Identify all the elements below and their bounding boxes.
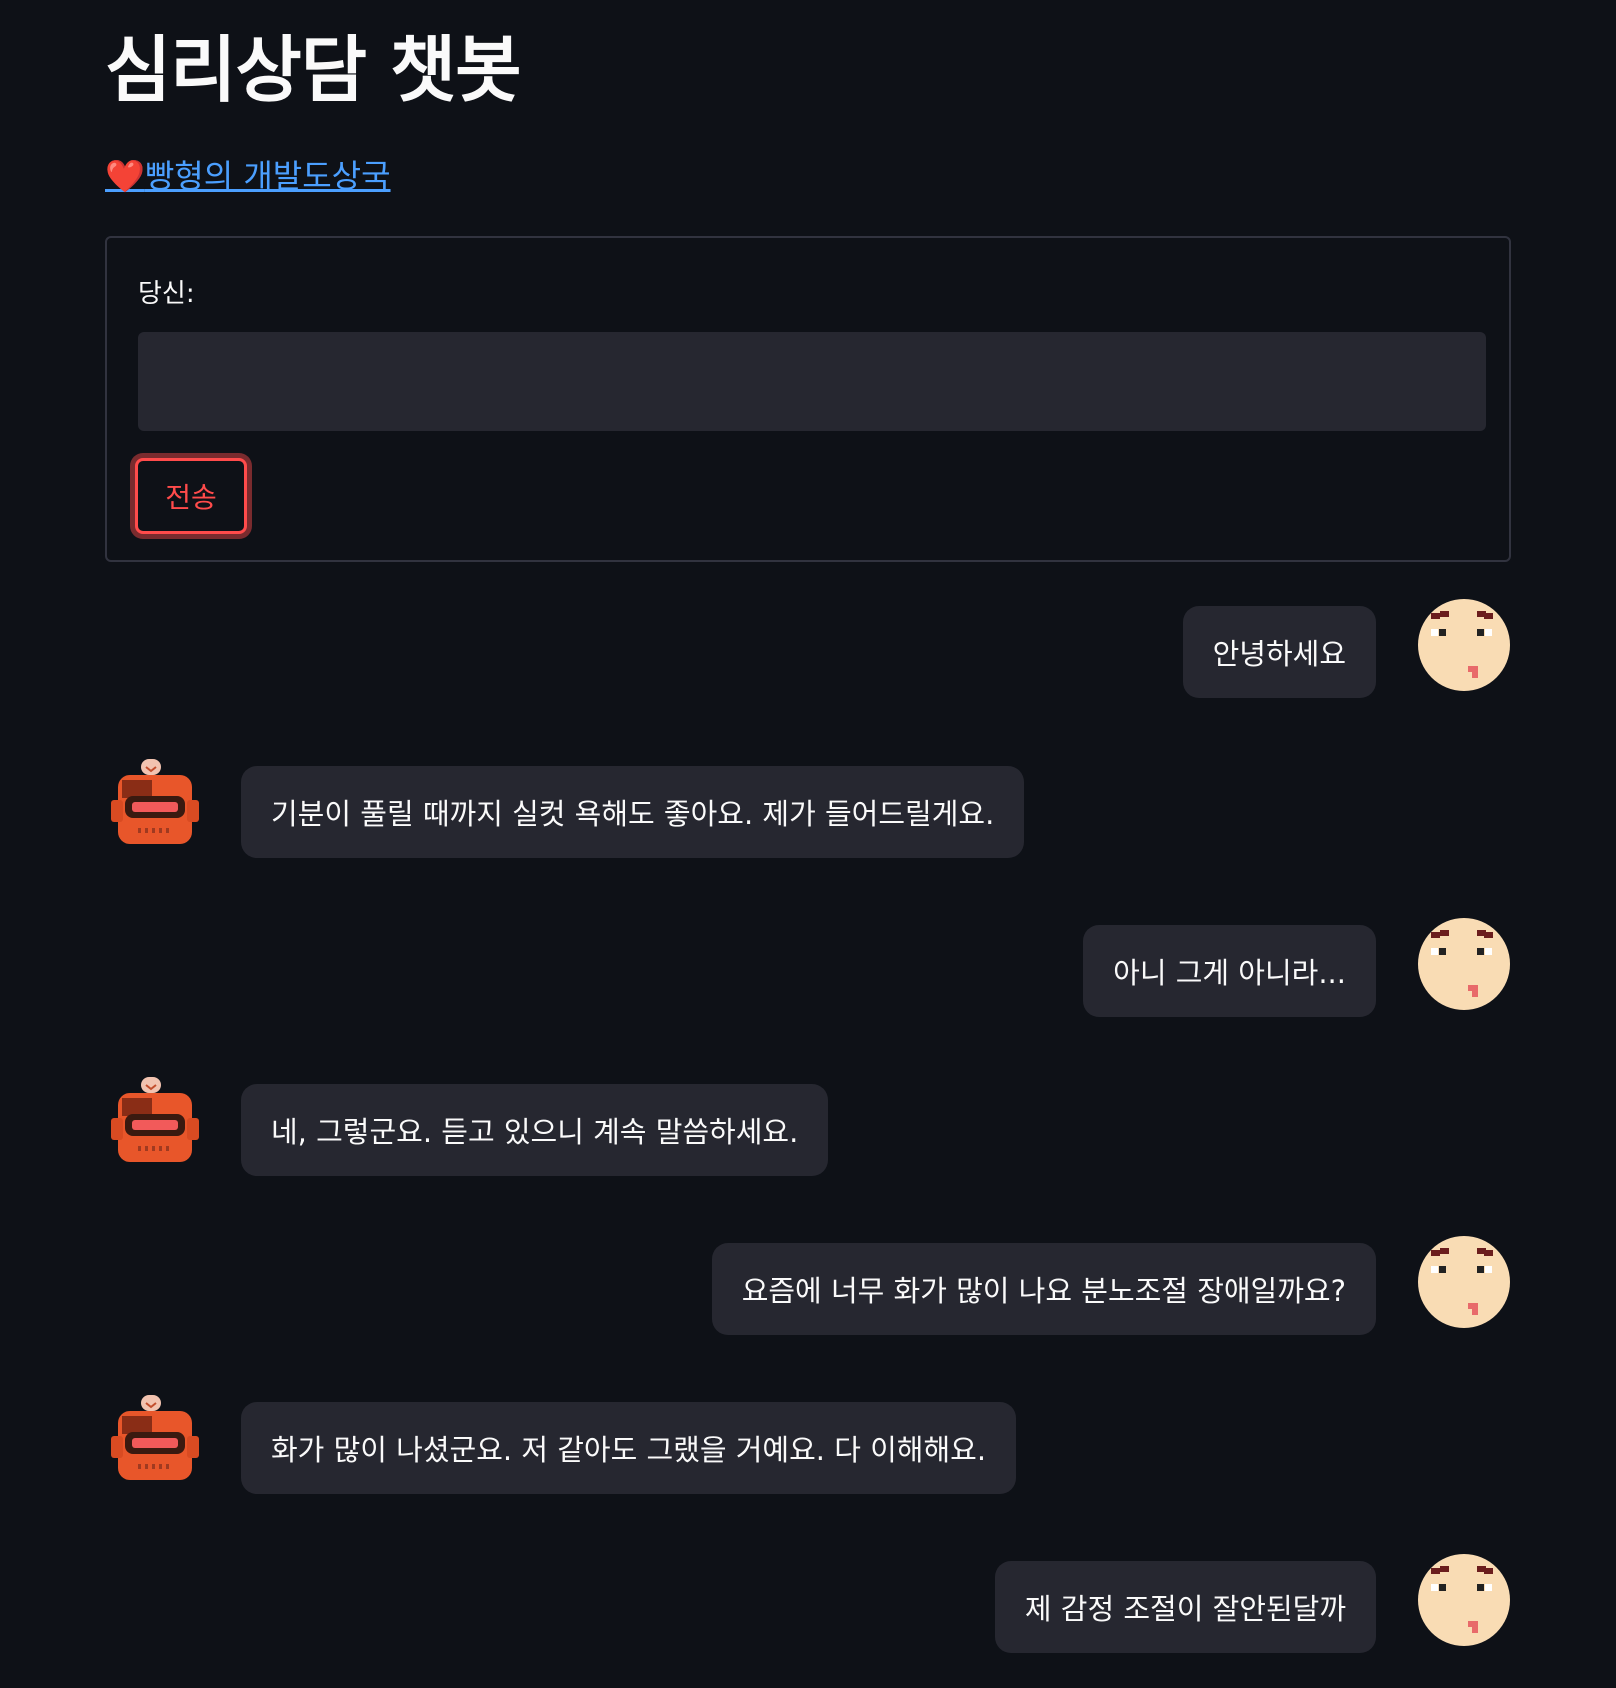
heart-icon: ❤️ xyxy=(105,157,145,195)
user-face-icon xyxy=(1418,599,1510,691)
blog-link[interactable]: ❤️빵형의 개발도상국 xyxy=(105,156,391,196)
app-page: 심리상담 챗봇 ❤️빵형의 개발도상국 당신: 전송 안녕하세요 기분이 풀릴 … xyxy=(0,0,1616,1688)
user-message: 아니 그게 아니라... xyxy=(1083,925,1376,1017)
user-face-icon xyxy=(1418,1554,1510,1646)
message-input[interactable] xyxy=(138,332,1486,431)
page-title: 심리상담 챗봇 xyxy=(105,28,522,112)
send-button[interactable]: 전송 xyxy=(135,458,247,534)
user-message: 요즘에 너무 화가 많이 나요 분노조절 장애일까요? xyxy=(711,1243,1376,1335)
robot-icon xyxy=(111,1077,199,1162)
bot-message: 화가 많이 나셨군요. 저 같아도 그랬을 거예요. 다 이해해요. xyxy=(241,1402,1017,1494)
user-face-icon xyxy=(1418,918,1510,1010)
blog-link-label: 빵형의 개발도상국 xyxy=(144,157,391,195)
input-label: 당신: xyxy=(138,279,195,309)
user-face-icon xyxy=(1418,1236,1510,1328)
chat-form: 당신: 전송 xyxy=(105,236,1511,562)
robot-icon xyxy=(111,759,199,844)
bot-message: 네, 그렇군요. 듣고 있으니 계속 말씀하세요. xyxy=(241,1084,829,1176)
user-message: 안녕하세요 xyxy=(1182,606,1376,698)
user-message: 제 감정 조절이 잘안된달까 xyxy=(994,1561,1376,1653)
robot-icon xyxy=(111,1395,199,1480)
bot-message: 기분이 풀릴 때까지 실컷 욕해도 좋아요. 제가 들어드릴게요. xyxy=(241,766,1025,858)
